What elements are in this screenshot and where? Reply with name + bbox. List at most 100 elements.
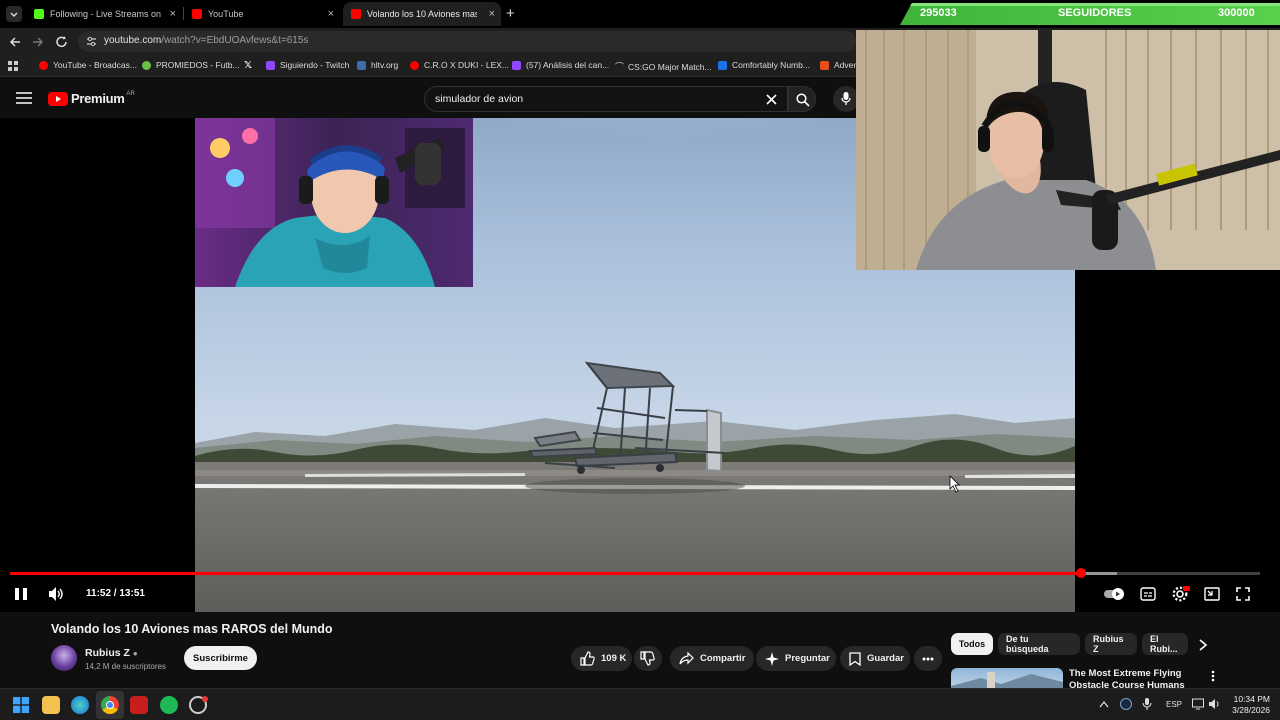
bookmark-csgo-major[interactable]: ⌒ CS:GO Major Match... bbox=[615, 60, 712, 73]
chrome-taskbar-slot[interactable] bbox=[96, 691, 124, 719]
bookmark-cro-duki[interactable]: C.R.O X DUKI - LEX... bbox=[410, 60, 509, 70]
like-button[interactable]: 109 K bbox=[571, 646, 632, 671]
channel-avatar[interactable] bbox=[51, 645, 77, 671]
chip-rubius-z[interactable]: Rubius Z bbox=[1085, 633, 1137, 655]
file-explorer-icon[interactable] bbox=[42, 696, 60, 714]
pause-icon[interactable] bbox=[14, 587, 28, 601]
hamburger-menu-icon[interactable] bbox=[16, 92, 32, 104]
facecam-left bbox=[195, 118, 473, 287]
windows-start-icon[interactable] bbox=[13, 697, 29, 713]
tab-search-button[interactable] bbox=[6, 6, 22, 22]
new-tab-button[interactable]: + bbox=[506, 5, 515, 22]
facecam-right bbox=[856, 30, 1280, 270]
thumbs-up-icon bbox=[580, 651, 595, 666]
back-arrow-icon[interactable] bbox=[8, 35, 22, 49]
steam-icon[interactable] bbox=[1120, 698, 1132, 710]
edge-browser-icon[interactable] bbox=[71, 696, 89, 714]
apps-grid-icon[interactable] bbox=[8, 61, 18, 71]
youtube-favicon-icon bbox=[192, 9, 202, 19]
follower-label: SEGUIDORES bbox=[1058, 7, 1132, 19]
bookmark-promiedos[interactable]: PROMIEDOS - Futb... bbox=[142, 60, 240, 70]
link-icon: ⌒ bbox=[615, 62, 625, 72]
more-actions-button[interactable] bbox=[914, 646, 942, 671]
save-button[interactable]: Guardar bbox=[840, 646, 910, 671]
speaker-icon[interactable] bbox=[1208, 698, 1222, 710]
youtube-icon bbox=[39, 60, 48, 70]
share-arrow-icon bbox=[679, 651, 694, 665]
follower-count: 295033 bbox=[920, 7, 957, 19]
video-title: Volando los 10 Aviones mas RAROS del Mun… bbox=[51, 622, 333, 636]
youtube-favicon-icon bbox=[351, 9, 361, 19]
chevron-down-icon bbox=[10, 12, 18, 17]
more-vertical-icon[interactable] bbox=[1211, 670, 1215, 682]
bookmark-icon bbox=[849, 651, 861, 666]
share-button[interactable]: Compartir bbox=[670, 646, 754, 671]
microphone-icon bbox=[841, 92, 851, 105]
chip-el-rubius[interactable]: El Rubi... bbox=[1142, 633, 1188, 655]
twitch-icon bbox=[266, 60, 275, 70]
chip-todos[interactable]: Todos bbox=[951, 633, 993, 655]
tab-youtube[interactable]: YouTube × bbox=[184, 2, 340, 26]
search-button[interactable] bbox=[788, 86, 816, 112]
bookmark-site-icon bbox=[718, 60, 727, 70]
chevron-right-icon[interactable] bbox=[1198, 639, 1208, 651]
kick-favicon-icon bbox=[34, 9, 44, 19]
app-icon[interactable] bbox=[130, 696, 148, 714]
ask-button[interactable]: Preguntar bbox=[756, 646, 836, 671]
volume-icon[interactable] bbox=[48, 586, 64, 602]
bookmark-analisis[interactable]: (57) Análisis del can... bbox=[512, 60, 609, 70]
youtube-icon bbox=[410, 60, 419, 70]
bookmark-comfortably-numb[interactable]: Comfortably Numb... bbox=[718, 60, 810, 70]
subscriber-count: 14,2 M de suscriptores bbox=[85, 662, 166, 671]
keyboard-language[interactable]: ESP bbox=[1166, 700, 1182, 709]
more-horizontal-icon bbox=[922, 657, 934, 660]
chevron-up-icon[interactable] bbox=[1099, 700, 1109, 708]
bookmark-twitch[interactable]: Siguiendo - Twitch bbox=[266, 60, 349, 70]
youtube-logo-icon bbox=[48, 91, 68, 106]
site-info-icon[interactable] bbox=[86, 36, 97, 47]
clock[interactable]: 10:34 PM 3/28/2026 bbox=[1228, 694, 1270, 716]
verified-check-icon: ● bbox=[132, 649, 138, 658]
subtitles-icon[interactable] bbox=[1140, 587, 1156, 601]
channel-name[interactable]: Rubius Z ● bbox=[85, 647, 138, 659]
bookmark-adven[interactable]: Adven bbox=[820, 60, 858, 70]
settings-gear-icon[interactable] bbox=[1172, 586, 1190, 602]
tab-kick-following[interactable]: Following - Live Streams on Kick × bbox=[26, 2, 182, 26]
dislike-button[interactable] bbox=[634, 646, 662, 671]
chip-de-tu-busqueda[interactable]: De tu búsqueda bbox=[998, 633, 1080, 655]
microphone-tray-icon[interactable] bbox=[1142, 698, 1152, 710]
search-icon bbox=[796, 93, 810, 107]
tab-title: Volando los 10 Aviones mas... bbox=[367, 9, 477, 19]
time-display: 11:52 / 13:51 bbox=[86, 588, 145, 599]
close-icon[interactable]: × bbox=[489, 8, 495, 20]
close-icon[interactable]: × bbox=[170, 8, 176, 20]
url-text: youtube.com/watch?v=EbdUOAvfews&t=615s bbox=[104, 35, 309, 46]
search-input[interactable]: simulador de avion bbox=[424, 86, 788, 112]
x-logo-icon: 𝕏 bbox=[244, 60, 253, 71]
clear-search-icon[interactable] bbox=[766, 94, 777, 105]
miniplayer-icon[interactable] bbox=[1204, 587, 1220, 601]
browser-tab-strip: Following - Live Streams on Kick × YouTu… bbox=[0, 0, 1280, 28]
follower-goal: 300000 bbox=[1218, 7, 1255, 19]
display-icon[interactable] bbox=[1192, 698, 1204, 710]
tab-video-active[interactable]: Volando los 10 Aviones mas... × bbox=[343, 2, 501, 26]
reload-icon[interactable] bbox=[55, 35, 69, 49]
twitch-icon bbox=[512, 60, 521, 70]
thumbs-down-icon bbox=[640, 651, 655, 666]
forward-arrow-icon[interactable] bbox=[31, 35, 45, 49]
bookmark-hltv[interactable]: hltv.org bbox=[357, 60, 398, 70]
hltv-icon bbox=[357, 60, 366, 70]
recommendation-title[interactable]: The Most Extreme Flying Obstacle Course … bbox=[1069, 668, 1209, 690]
address-bar[interactable]: youtube.com/watch?v=EbdUOAvfews&t=615s bbox=[78, 31, 856, 52]
spotify-icon[interactable] bbox=[160, 696, 178, 714]
bookmark-youtube-broadcast[interactable]: YouTube - Broadcas... bbox=[39, 60, 137, 70]
subscribe-button[interactable]: Suscribirme bbox=[184, 646, 257, 670]
bookmark-x[interactable]: 𝕏 bbox=[244, 60, 252, 71]
fullscreen-icon[interactable] bbox=[1236, 587, 1250, 601]
notification-dot bbox=[202, 696, 208, 702]
progress-played bbox=[10, 572, 1082, 575]
windows-taskbar: ESP 10:34 PM 3/28/2026 bbox=[0, 688, 1280, 720]
close-icon[interactable]: × bbox=[328, 8, 334, 20]
youtube-premium-logo[interactable]: Premium AR bbox=[48, 91, 135, 106]
autoplay-toggle-icon[interactable] bbox=[1104, 587, 1126, 601]
